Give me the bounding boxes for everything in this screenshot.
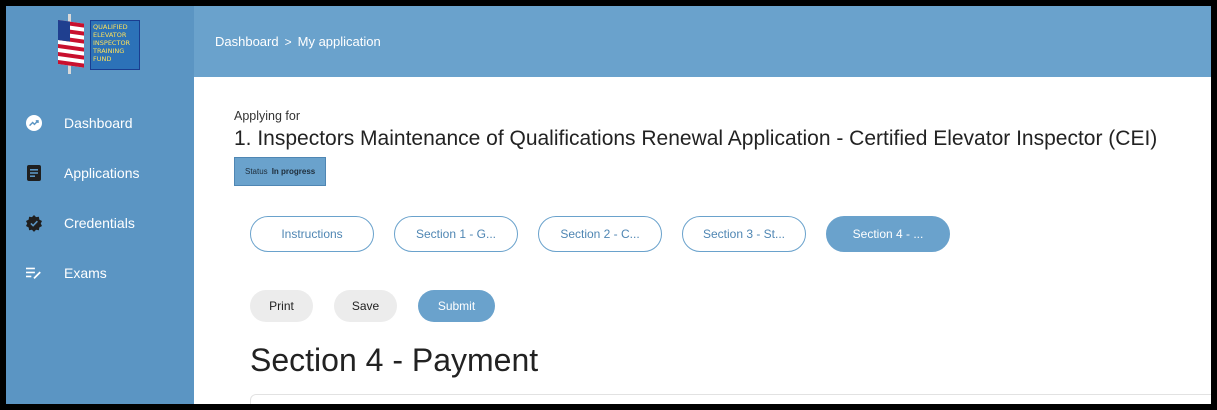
sidebar-item-label: Dashboard (64, 115, 133, 131)
section-heading: Section 4 - Payment (250, 342, 539, 378)
breadcrumb-dashboard[interactable]: Dashboard (215, 34, 279, 49)
print-button[interactable]: Print (250, 290, 313, 322)
sidebar-item-label: Credentials (64, 215, 135, 231)
breadcrumb: Dashboard > My application (194, 6, 1211, 77)
section-tabs: Instructions Section 1 - G... Section 2 … (250, 216, 950, 252)
submit-button[interactable]: Submit (418, 290, 495, 322)
status-value: In progress (271, 167, 316, 176)
applying-for-label: Applying for (234, 109, 301, 123)
tab-instructions[interactable]: Instructions (250, 216, 374, 252)
flag-icon (58, 14, 84, 74)
sidebar-item-exams[interactable]: Exams (6, 248, 194, 298)
logo-wordmark: QUALIFIED ELEVATOR INSPECTOR TRAINING FU… (90, 20, 140, 70)
sidebar-item-label: Exams (64, 265, 107, 281)
breadcrumb-current: My application (297, 34, 381, 49)
tab-section-1[interactable]: Section 1 - G... (394, 216, 518, 252)
logo-line: ELEVATOR (93, 31, 127, 39)
logo-line: QUALIFIED (93, 23, 128, 31)
logo[interactable]: QUALIFIED ELEVATOR INSPECTOR TRAINING FU… (58, 14, 140, 74)
sidebar-item-label: Applications (64, 165, 140, 181)
sidebar-item-dashboard[interactable]: Dashboard (6, 98, 194, 148)
breadcrumb-separator: > (284, 34, 292, 49)
tab-section-2[interactable]: Section 2 - C... (538, 216, 662, 252)
form-actions: Print Save Submit (250, 290, 495, 322)
app-window: QUALIFIED ELEVATOR INSPECTOR TRAINING FU… (6, 6, 1211, 404)
tab-section-4[interactable]: Section 4 - ... (826, 216, 950, 252)
verified-badge-icon (26, 215, 42, 232)
sidebar-item-applications[interactable]: Applications (6, 148, 194, 198)
page-title: 1. Inspectors Maintenance of Qualificati… (234, 127, 1158, 150)
tab-section-3[interactable]: Section 3 - St... (682, 216, 806, 252)
sidebar-item-credentials[interactable]: Credentials (6, 198, 194, 248)
main-content: Applying for 1. Inspectors Maintenance o… (194, 77, 1211, 404)
status-badge: Status In progress (234, 157, 327, 186)
sidebar-nav: Dashboard Applications Credentials Exams (6, 98, 194, 298)
logo-line: INSPECTOR (93, 39, 131, 47)
save-button[interactable]: Save (334, 290, 397, 322)
sidebar: QUALIFIED ELEVATOR INSPECTOR TRAINING FU… (6, 6, 194, 404)
status-label: Status (245, 167, 268, 176)
trending-up-icon (26, 115, 42, 131)
payment-card (250, 394, 1211, 404)
logo-line: FUND (93, 55, 112, 63)
document-icon (26, 165, 42, 181)
logo-line: TRAINING (93, 47, 125, 55)
list-edit-icon (26, 265, 42, 281)
